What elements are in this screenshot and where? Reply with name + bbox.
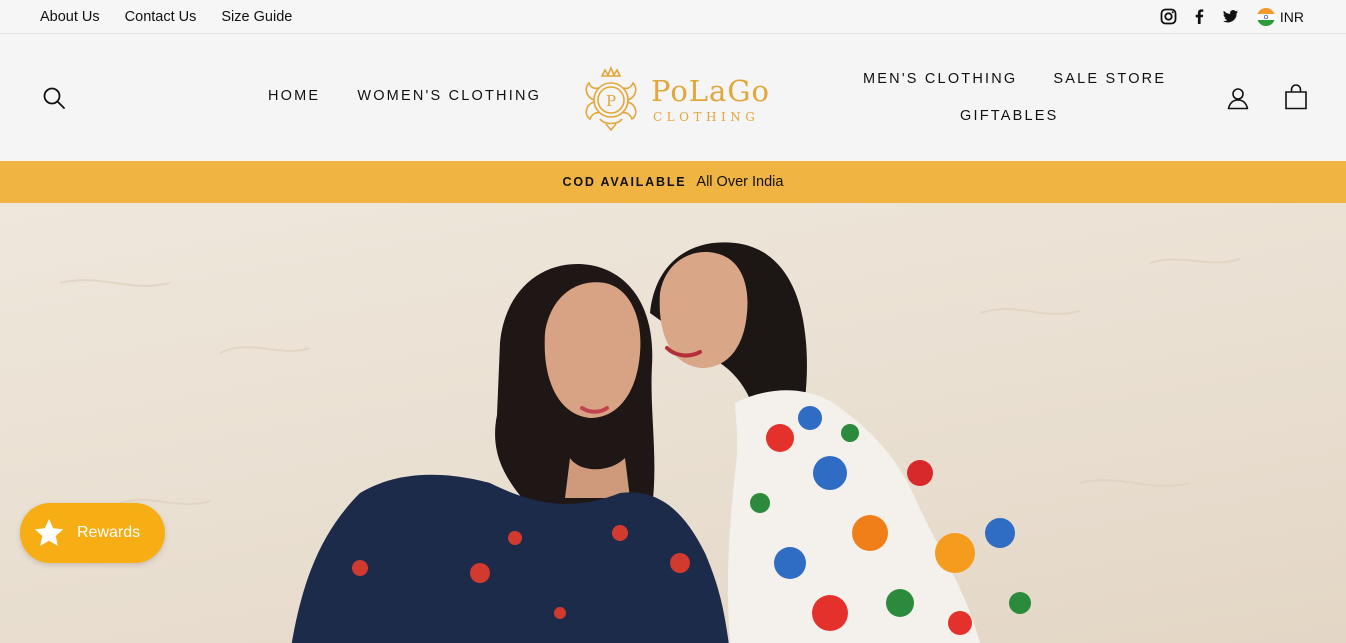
primary-nav-left: HOME WOMEN'S CLOTHING: [268, 88, 541, 104]
announcement-bar: COD AVAILABLE All Over India: [0, 161, 1346, 203]
facebook-icon[interactable]: [1191, 8, 1208, 25]
nav-home[interactable]: HOME: [268, 88, 320, 104]
announcement-text: All Over India: [696, 174, 784, 190]
primary-nav-right-row2: GIFTABLES: [960, 107, 1059, 125]
hero-banner[interactable]: [0, 203, 1346, 643]
brand-logo[interactable]: P PoLaGo CLOTHING: [573, 62, 778, 132]
utility-links: About Us Contact Us Size Guide: [40, 0, 292, 33]
india-flag-icon: [1256, 7, 1275, 26]
logo-crest-icon: P: [585, 65, 637, 132]
nav-womens-clothing[interactable]: WOMEN'S CLOTHING: [357, 88, 541, 104]
size-guide-link[interactable]: Size Guide: [221, 9, 292, 25]
rewards-button[interactable]: Rewards: [20, 503, 165, 563]
star-icon: [34, 519, 64, 546]
nav-sale-store[interactable]: SALE STORE: [1053, 71, 1166, 87]
twitter-icon[interactable]: [1222, 8, 1239, 25]
announcement-highlight: COD AVAILABLE: [562, 175, 687, 189]
search-icon[interactable]: [42, 86, 66, 110]
hero-image: [59, 242, 1241, 643]
logo-wordmark: PoLaGo: [651, 74, 770, 108]
svg-text:P: P: [606, 92, 616, 110]
utility-right: INR: [1160, 0, 1304, 33]
bag-icon[interactable]: [1284, 84, 1308, 110]
nav-giftables[interactable]: GIFTABLES: [960, 108, 1059, 124]
primary-nav-right: MEN'S CLOTHING SALE STORE: [863, 71, 1166, 87]
contact-us-link[interactable]: Contact Us: [125, 9, 197, 25]
utility-bar: About Us Contact Us Size Guide INR: [0, 0, 1346, 34]
about-us-link[interactable]: About Us: [40, 9, 100, 25]
user-icon[interactable]: [1226, 86, 1250, 110]
instagram-icon[interactable]: [1160, 8, 1177, 25]
nav-mens-clothing[interactable]: MEN'S CLOTHING: [863, 71, 1017, 87]
rewards-label: Rewards: [77, 524, 141, 541]
currency-selector[interactable]: INR: [1256, 7, 1304, 26]
logo-subtitle: CLOTHING: [653, 110, 760, 124]
currency-label: INR: [1279, 8, 1304, 25]
site-header: HOME WOMEN'S CLOTHING P PoLaGo CLOTHING …: [0, 34, 1346, 161]
